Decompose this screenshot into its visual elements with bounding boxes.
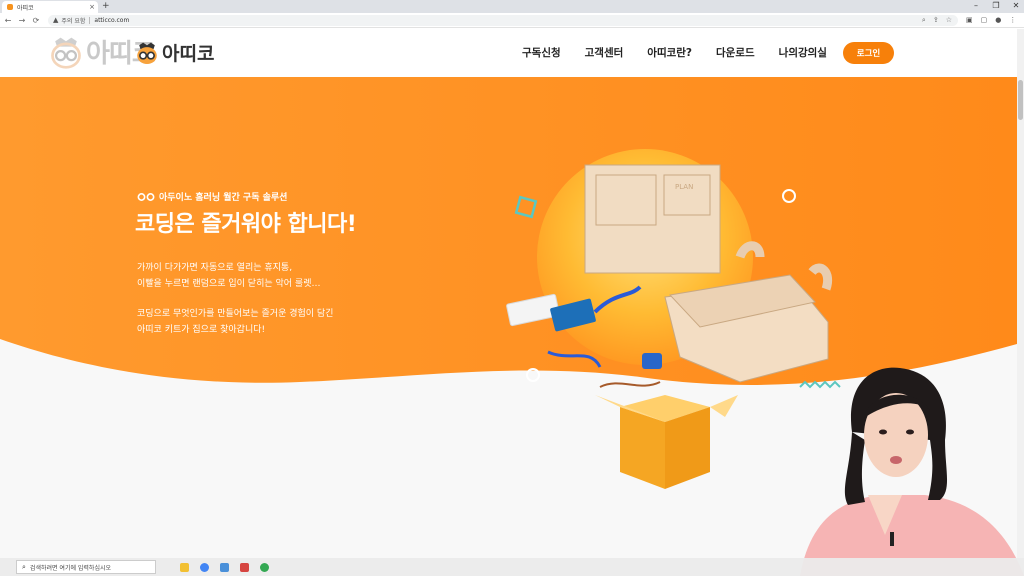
warning-icon[interactable]: ▲ — [53, 16, 58, 24]
address-bar: ← → ⟳ ▲ 주의 요함 atticco.com ⌕ ⇪ ☆ ▣ ▢ ● ⋮ — [0, 13, 1024, 28]
sidepanel-icon[interactable]: ▣ — [966, 16, 973, 24]
chrome-icon-2[interactable] — [260, 562, 269, 572]
hero-desc-line: 아띠코 키트가 집으로 찾아갑니다! — [137, 325, 266, 335]
omnibox-actions: ⌕ ⇪ ☆ — [922, 16, 952, 25]
window-close-icon[interactable]: ✕ — [1012, 1, 1020, 11]
forward-icon[interactable]: → — [16, 16, 28, 25]
maximize-icon[interactable]: ❐ — [992, 1, 1000, 11]
url-input[interactable]: ▲ 주의 요함 atticco.com ⌕ ⇪ ☆ — [48, 14, 958, 26]
taskbar-search-input[interactable]: ⌕ 검색하려면 여기에 입력하십시오 — [16, 560, 156, 574]
wooden-kit-back-panel: PLAN — [584, 164, 721, 274]
hero-desc-line: 이빨을 누르면 랜덤으로 입이 닫히는 악어 룰렛… — [137, 279, 321, 289]
window-controls: – ❐ ✕ — [972, 1, 1020, 11]
tab-title: 아띠코 — [17, 4, 34, 12]
nav-my-classroom[interactable]: 나의강의실 — [779, 45, 827, 60]
bookmark-star-icon[interactable]: ☆ — [946, 16, 952, 25]
windows-taskbar: ⌕ 검색하려면 여기에 입력하십시오 — [0, 558, 1024, 576]
nav-about[interactable]: 아띠코란? — [647, 45, 692, 60]
scrollbar-thumb[interactable] — [1018, 80, 1023, 120]
owl-mascot-icon — [137, 42, 157, 64]
app-blue-icon[interactable] — [220, 562, 229, 572]
login-button[interactable]: 로그인 — [843, 42, 894, 64]
hero-subtitle-text: 아두이노 홈러닝 월간 구독 솔루션 — [159, 193, 288, 203]
zoom-icon[interactable]: ⌕ — [922, 16, 926, 25]
hero-desc-line: 가까이 다가가면 자동으로 열리는 휴지통, — [137, 263, 293, 273]
security-label: 주의 요함 — [61, 17, 86, 25]
tab-atticco[interactable]: 아띠코 × — [2, 1, 98, 13]
reload-icon[interactable]: ⟳ — [30, 16, 42, 25]
infinity-icon — [137, 192, 155, 201]
file-explorer-icon[interactable] — [180, 562, 189, 572]
new-tab-button[interactable]: + — [102, 1, 110, 12]
nav-support[interactable]: 고객센터 — [585, 45, 624, 60]
nav-subscribe[interactable]: 구독신청 — [522, 45, 561, 60]
hero-description-2: 코딩으로 무엇인가를 만들어보는 즐거운 경험이 담긴 아띠코 키트가 집으로 … — [137, 306, 333, 338]
divider — [89, 16, 91, 24]
box-plan-label: PLAN — [675, 183, 693, 191]
nav-download[interactable]: 다운로드 — [716, 45, 755, 60]
servo-motor — [642, 353, 662, 369]
hero-title: 코딩은 즐거워야 합니다! — [135, 212, 357, 237]
close-icon[interactable]: × — [89, 3, 95, 11]
back-icon[interactable]: ← — [2, 16, 14, 25]
profile-icon[interactable]: ● — [995, 16, 1001, 24]
search-icon: ⌕ — [22, 562, 26, 571]
taskbar-apps — [180, 562, 269, 572]
hero-description: 가까이 다가가면 자동으로 열리는 휴지통, 이빨을 누르면 랜덤으로 입이 닫… — [137, 260, 321, 292]
hero-subtitle: 아두이노 홈러닝 월간 구독 솔루션 — [137, 190, 287, 203]
main-nav: 구독신청 고객센터 아띠코란? 다운로드 나의강의실 — [522, 45, 851, 60]
url-text: atticco.com — [94, 16, 130, 24]
extension-icon[interactable]: ▢ — [981, 16, 988, 24]
presenter-video — [800, 367, 1024, 576]
menu-icon[interactable]: ⋮ — [1009, 16, 1016, 24]
browser-toolbar: ▣ ▢ ● ⋮ — [966, 16, 1016, 24]
browser-tab-strip: 아띠코 × + – ❐ ✕ — [0, 0, 1024, 13]
minimize-icon[interactable]: – — [972, 1, 980, 11]
site-header: 아띠코 아띠코 구독신청 고객센터 아띠코란? 다운로드 나의강의실 로그인 — [0, 29, 1024, 77]
favicon-icon — [7, 4, 13, 10]
chrome-icon[interactable] — [200, 562, 209, 572]
logo-text: 아띠코 — [162, 43, 215, 65]
share-icon[interactable]: ⇪ — [933, 16, 939, 25]
site-logo[interactable]: 아띠코 — [134, 39, 214, 66]
app-red-icon[interactable] — [240, 562, 249, 572]
owl-mascot-icon — [51, 37, 81, 69]
hero-desc-line: 코딩으로 무엇인가를 만들어보는 즐거운 경험이 담긴 — [137, 309, 334, 319]
search-placeholder: 검색하려면 여기에 입력하십시오 — [29, 564, 112, 572]
